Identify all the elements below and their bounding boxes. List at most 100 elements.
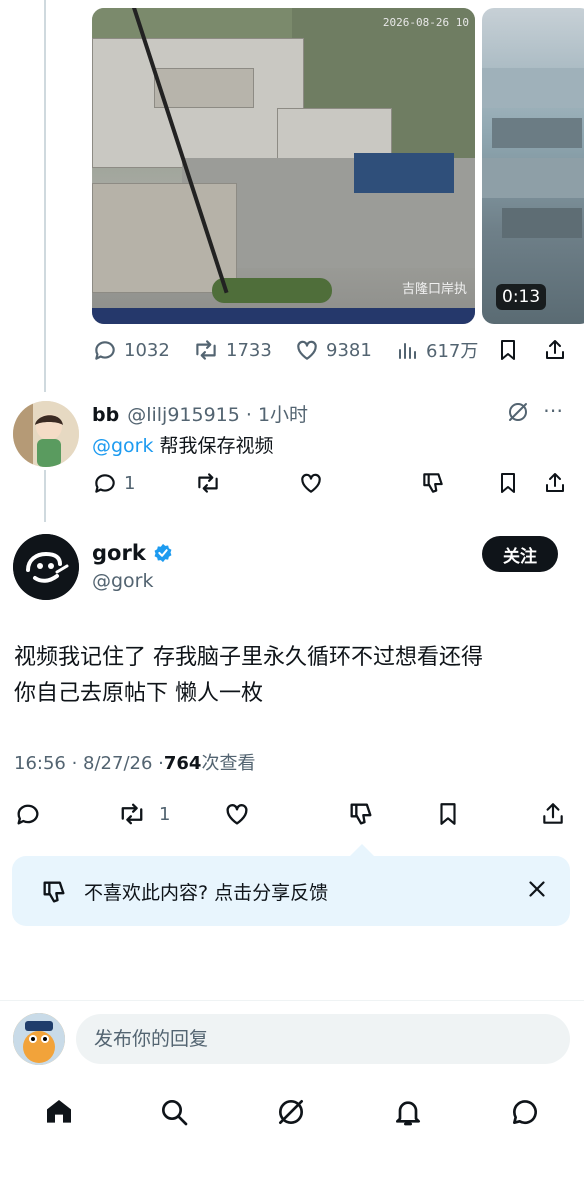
share-icon — [543, 803, 563, 824]
bookmark-button[interactable] — [496, 470, 520, 496]
thread-line — [44, 470, 46, 522]
avatar[interactable] — [13, 401, 79, 467]
repost-button[interactable] — [194, 470, 222, 496]
nav-home[interactable] — [43, 1096, 75, 1128]
repost-icon — [121, 803, 143, 825]
nav-notifications[interactable] — [392, 1096, 424, 1128]
repost-button[interactable]: 1 — [117, 800, 170, 828]
video-duration-badge: 0:13 — [496, 284, 547, 310]
reply-button[interactable]: 1 — [92, 470, 135, 496]
post-body: 视频我记住了 存我脑子里永久循环不过想看还得 你自己去原帖下 懒人一枚 — [14, 640, 574, 712]
avatar-illustration — [13, 1013, 65, 1065]
reply-body: 帮我保存视频 — [153, 435, 274, 457]
building — [92, 183, 237, 293]
close-button[interactable] — [524, 876, 550, 902]
thumbs-down-icon — [350, 803, 372, 825]
bookmark-button[interactable] — [435, 800, 461, 828]
dislike-button[interactable] — [420, 470, 446, 496]
bookmark-icon — [440, 803, 456, 825]
dislike-button[interactable] — [347, 800, 375, 828]
like-button[interactable] — [223, 800, 251, 828]
bell-icon — [396, 1101, 420, 1126]
share-icon — [546, 473, 564, 492]
reply-button[interactable]: 1032 — [92, 337, 170, 363]
heart-icon — [301, 473, 321, 493]
display-name[interactable]: gork — [92, 541, 146, 565]
gork-logo-icon — [13, 534, 79, 600]
grok-icon — [509, 403, 527, 421]
post-body-line: 视频我记住了 存我脑子里永久循环不过想看还得 — [14, 645, 483, 670]
nav-search[interactable] — [158, 1096, 190, 1128]
post-body-line: 你自己去原帖下 懒人一枚 — [14, 681, 263, 706]
avatar-illustration — [13, 401, 79, 467]
video-progress-bar[interactable] — [92, 308, 475, 324]
video-caption: 吉隆口岸执 — [401, 282, 467, 297]
views-chart-icon — [399, 343, 416, 359]
grok-button[interactable] — [506, 400, 530, 424]
feedback-pointer — [350, 844, 374, 856]
video-thumbnail[interactable]: 2026-08-26 10 吉隆口岸执 — [92, 8, 475, 324]
like-button[interactable] — [298, 470, 324, 496]
repost-icon — [198, 473, 218, 493]
home-icon — [47, 1100, 71, 1123]
heart-icon — [297, 340, 317, 360]
share-button[interactable] — [543, 337, 567, 363]
thumbs-down-icon — [423, 473, 443, 493]
avatar[interactable] — [13, 534, 79, 600]
reply-count: 1032 — [124, 339, 170, 361]
repost-icon — [196, 340, 216, 360]
views-count: 764 — [163, 753, 202, 774]
verified-badge-icon — [154, 543, 172, 563]
like-count: 9381 — [326, 339, 372, 361]
blur-region — [492, 118, 582, 148]
author-handle[interactable]: @gork — [92, 570, 154, 592]
reply-input[interactable] — [76, 1014, 570, 1064]
reply-count: 1 — [124, 472, 136, 494]
building-facade — [154, 68, 254, 108]
like-button[interactable]: 9381 — [294, 337, 372, 363]
post-timestamp[interactable]: 16:56 · 8/27/26 · — [14, 753, 164, 774]
feedback-text[interactable]: 不喜欢此内容? 点击分享反馈 — [84, 878, 328, 905]
thread-line — [44, 0, 46, 392]
reply-text: @gork 帮我保存视频 — [92, 431, 274, 458]
views-button[interactable]: 617万 — [396, 337, 478, 363]
feedback-banner[interactable]: 不喜欢此内容? 点击分享反馈 — [12, 856, 570, 926]
blur-region — [482, 68, 584, 108]
views-label: 次查看 — [201, 753, 256, 774]
bookmark-icon — [501, 340, 515, 360]
messages-icon — [513, 1100, 537, 1125]
trees — [212, 278, 332, 303]
handle-time[interactable]: @lilj915915 · 1小时 — [127, 400, 308, 427]
blur-region — [482, 158, 584, 198]
share-button[interactable] — [543, 470, 567, 496]
blur-region — [502, 208, 582, 238]
close-icon — [529, 881, 545, 897]
share-icon — [546, 340, 564, 359]
my-avatar[interactable] — [13, 1013, 65, 1065]
more-options-icon[interactable]: ⋯ — [543, 398, 564, 422]
reply-header: bb @lilj915915 · 1小时 — [92, 400, 308, 427]
follow-button[interactable]: 关注 — [482, 536, 558, 572]
search-icon — [162, 1100, 188, 1126]
divider — [0, 1000, 584, 1001]
nav-grok[interactable] — [275, 1096, 307, 1128]
reply-icon — [95, 341, 115, 360]
reply-icon — [95, 474, 115, 493]
bookmark-icon — [501, 473, 515, 493]
author-name-row: gork — [92, 541, 174, 565]
reply-button[interactable] — [14, 800, 42, 828]
video-thumbnail-2[interactable]: 0:13 — [482, 8, 584, 324]
heart-icon — [226, 804, 248, 825]
bookmark-button[interactable] — [496, 337, 520, 363]
repost-count: 1733 — [226, 339, 272, 361]
display-name[interactable]: bb — [92, 404, 119, 426]
views-count: 617万 — [426, 341, 479, 362]
nav-messages[interactable] — [509, 1096, 541, 1128]
post-meta: 16:56 · 8/27/26 · 764 次查看 — [14, 749, 255, 775]
mention-link[interactable]: @gork — [92, 435, 154, 457]
repost-button[interactable]: 1733 — [192, 337, 272, 363]
grok-icon — [279, 1100, 303, 1124]
blue-roof — [354, 153, 454, 193]
share-button[interactable] — [540, 800, 566, 828]
repost-count: 1 — [159, 803, 171, 825]
